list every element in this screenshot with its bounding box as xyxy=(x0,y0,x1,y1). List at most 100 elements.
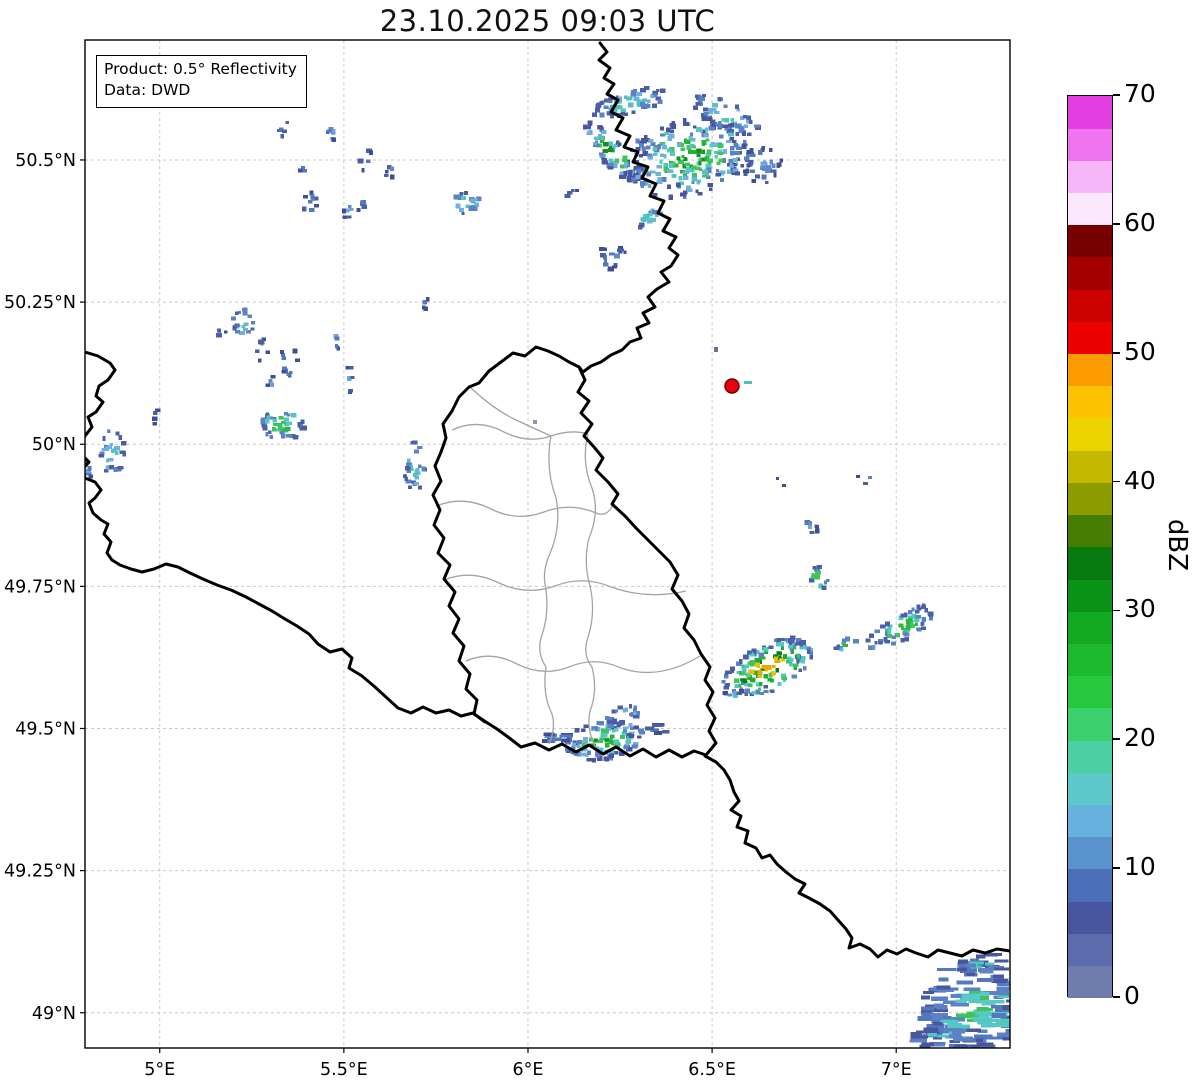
radar-echo-cell xyxy=(936,985,951,990)
radar-echo-cell xyxy=(302,206,307,212)
radar-echo-c-cluster xyxy=(403,440,427,490)
radar-echo-cell xyxy=(407,458,411,463)
radar-echo-cell xyxy=(308,208,315,212)
radar-echo-cell xyxy=(106,458,110,463)
radar-echo-cell xyxy=(931,996,949,1001)
radar-echo-cell xyxy=(633,711,637,716)
radar-echo-cell xyxy=(347,204,352,209)
radar-echo-cell xyxy=(976,954,986,959)
radar-echo-cell xyxy=(235,330,240,334)
radar-echo-cell xyxy=(361,168,365,173)
radar-echo-cell xyxy=(989,1018,1009,1022)
radar-echo-cell xyxy=(278,416,284,420)
radar-echo-cell xyxy=(696,127,702,132)
radar-echo-cell xyxy=(723,104,728,108)
radar-echo-cell xyxy=(823,580,827,585)
radar-echo-cell xyxy=(771,670,775,676)
radar-echo-cell xyxy=(666,184,671,189)
radar-echo-cell xyxy=(285,421,290,427)
radar-echo-cell xyxy=(749,147,754,153)
radar-echo-cell xyxy=(676,156,681,161)
radar-echo-cell xyxy=(900,613,906,618)
radar-echo-cell xyxy=(963,995,975,1000)
radar-echo-cell xyxy=(981,1022,996,1028)
radar-echo-cell xyxy=(812,566,817,570)
radar-echo-cell xyxy=(798,668,802,672)
radar-echo-nw-dash-7 xyxy=(341,204,354,219)
radar-echo-cell xyxy=(620,164,625,169)
radar-echo-cell xyxy=(757,149,763,155)
radar-echo-nw-dash-4 xyxy=(384,164,395,180)
radar-echo-cell xyxy=(533,420,537,424)
radar-echo-cell xyxy=(932,1021,944,1026)
colorbar-band xyxy=(1068,321,1112,354)
radar-echo-se-speck xyxy=(867,645,876,650)
radar-echo-cell xyxy=(348,366,354,370)
radar-echo-cell xyxy=(821,585,827,590)
radar-echo-cell xyxy=(664,163,669,167)
radar-echo-cell xyxy=(603,105,609,109)
radar-echo-cell xyxy=(776,637,782,643)
radar-echo-w-cluster-b xyxy=(280,348,300,378)
radar-echo-cell xyxy=(788,663,793,667)
colorbar-tick-label: 30 xyxy=(1124,594,1156,624)
radar-echo-cell xyxy=(696,179,701,184)
radar-echo-cell xyxy=(796,653,801,659)
radar-echo-cell xyxy=(727,693,733,697)
radar-echo-cell xyxy=(297,421,301,425)
radar-echo-cell xyxy=(675,182,681,188)
radar-echo-cell xyxy=(415,467,420,473)
radar-echo-cell xyxy=(793,663,799,668)
radar-echo-cell xyxy=(108,464,114,470)
radar-echo-cell xyxy=(993,967,1010,971)
colorbar-band xyxy=(1068,675,1112,709)
radar-echo-cell xyxy=(576,740,581,744)
radar-echo-cell xyxy=(611,718,617,722)
country-border xyxy=(431,345,718,759)
radar-echo-cell xyxy=(921,605,926,610)
radar-echo-cell xyxy=(235,311,239,315)
radar-echo-cell xyxy=(704,127,708,133)
radar-echo-cell xyxy=(689,132,693,137)
radar-echo-cell xyxy=(282,129,288,134)
radar-echo-cell xyxy=(619,248,624,252)
radar-echo-cell xyxy=(884,621,891,627)
radar-echo-cell xyxy=(653,731,663,735)
radar-echo-cell xyxy=(722,157,726,163)
radar-echo-cell xyxy=(815,525,819,530)
radar-echo-cell xyxy=(771,163,776,169)
radar-echo-cell xyxy=(763,684,768,689)
radar-echo-cell xyxy=(414,481,420,486)
radar-echo-cell xyxy=(594,107,600,111)
radar-echo-cell xyxy=(745,688,750,694)
radar-echo-cell xyxy=(904,636,910,642)
radar-echo-w-dash-f xyxy=(152,408,161,426)
colorbar-band xyxy=(1068,836,1112,870)
radar-echo-cell xyxy=(936,1005,948,1010)
radar-echo-cell xyxy=(583,736,588,742)
colorbar-band xyxy=(1068,611,1112,644)
radar-echo-cell xyxy=(761,174,767,180)
radar-echo-cell xyxy=(730,146,735,151)
radar-echo-cell xyxy=(740,163,744,168)
radar-echo-cell xyxy=(331,137,336,142)
radar-echo-cell xyxy=(291,413,297,418)
radar-echo-cell xyxy=(250,327,255,331)
radar-echo-cell xyxy=(453,194,460,200)
radar-echo-cell xyxy=(969,958,979,962)
radar-echo-cell xyxy=(985,962,995,966)
radar-echo-cell xyxy=(920,622,924,626)
radar-echo-cell xyxy=(856,475,860,478)
radar-echo-cell xyxy=(560,738,571,743)
radar-echo-cell xyxy=(853,638,859,644)
radar-echo-cell xyxy=(258,358,262,363)
radar-echo-cell xyxy=(342,215,347,219)
radar-echo-cell xyxy=(705,163,712,168)
x-tick-label: 5°E xyxy=(144,1060,175,1080)
radar-echo-cell xyxy=(654,93,658,97)
radar-echo-w-dash-b xyxy=(255,337,271,363)
radar-echo-cell xyxy=(687,149,692,155)
radar-echo-cell xyxy=(726,139,732,144)
radar-echo-cell xyxy=(604,738,610,742)
radar-echo-cell xyxy=(622,159,628,163)
